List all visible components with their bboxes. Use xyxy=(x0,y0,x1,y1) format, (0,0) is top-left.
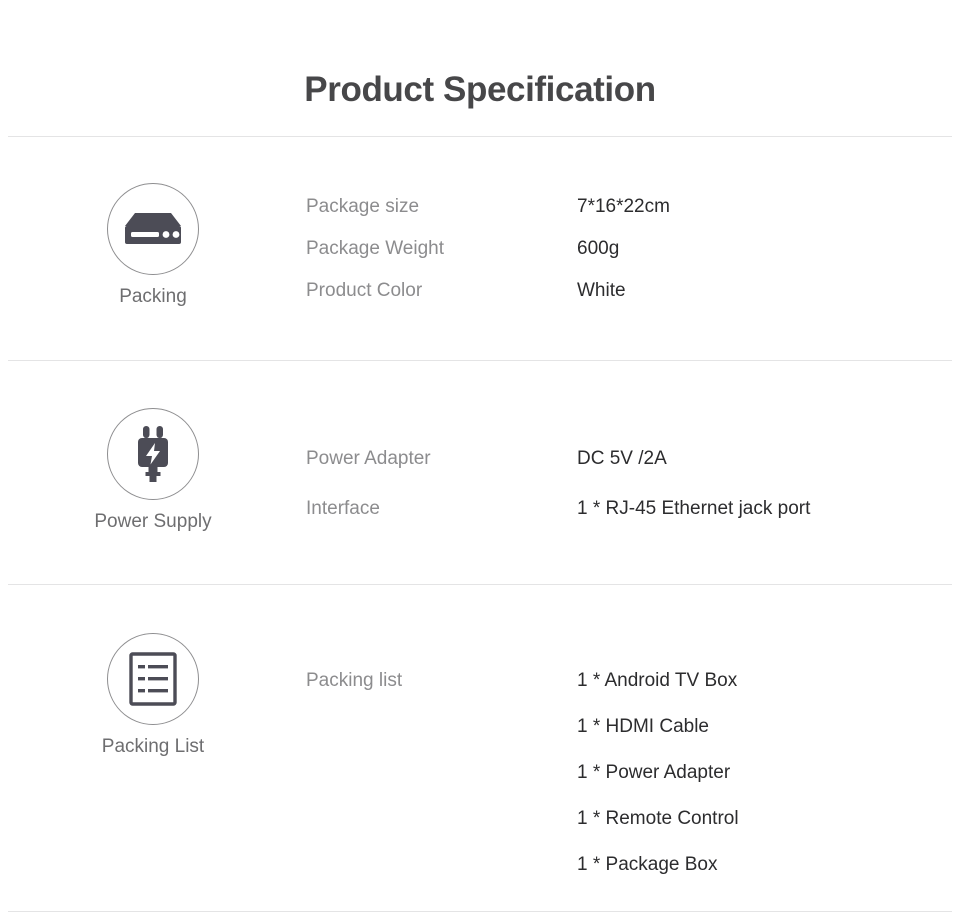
spec-value: White xyxy=(577,280,626,301)
set-top-box-glyph xyxy=(125,213,181,244)
document-list-icon xyxy=(107,633,199,725)
spec-value: 7*16*22cm xyxy=(577,196,670,217)
packing-list-item: 1 * HDMI Cable xyxy=(577,716,709,737)
page-title: Product Specification xyxy=(304,70,656,109)
spec-label: Power Adapter xyxy=(306,448,431,469)
label-column-packing: Package size Package Weight Product Colo… xyxy=(306,137,577,321)
power-plug-icon xyxy=(107,408,199,500)
spec-value: DC 5V /2A xyxy=(577,448,667,469)
value-column-power-supply: DC 5V /2A 1 * RJ-45 Ethernet jack port xyxy=(577,361,960,547)
packing-list-item: 1 * Power Adapter xyxy=(577,762,731,783)
packing-list-item: 1 * Remote Control xyxy=(577,808,739,829)
divider-bottom xyxy=(8,911,952,912)
spec-label: Packing list xyxy=(306,670,403,691)
icon-column-packing-list: Packing List xyxy=(0,585,306,759)
packing-list-item: 1 * Android TV Box xyxy=(577,670,738,691)
label-column-power-supply: Power Adapter Interface xyxy=(306,361,577,547)
icon-caption-packing: Packing xyxy=(119,286,187,307)
spec-row-packing-list: Packing List Packing list 1 * Android TV… xyxy=(0,585,960,911)
value-column-packing: 7*16*22cm 600g White xyxy=(577,137,960,321)
spec-row-power-supply: Power Supply Power Adapter Interface DC … xyxy=(0,361,960,584)
spec-label: Product Color xyxy=(306,280,423,301)
spec-value: 1 * RJ-45 Ethernet jack port xyxy=(577,498,811,519)
icon-caption-power-supply: Power Supply xyxy=(94,511,212,532)
icon-column-power-supply: Power Supply xyxy=(0,361,306,534)
page-title-container: Product Specification xyxy=(0,68,960,112)
spec-value: 600g xyxy=(577,238,620,259)
spec-label: Package Weight xyxy=(306,238,445,259)
power-plug-glyph xyxy=(138,426,168,482)
spec-label: Interface xyxy=(306,498,380,519)
document-list-glyph xyxy=(129,652,177,706)
icon-caption-packing-list: Packing List xyxy=(101,736,205,757)
value-column-packing-list: 1 * Android TV Box 1 * HDMI Cable 1 * Po… xyxy=(577,585,960,899)
packing-list-item: 1 * Package Box xyxy=(577,854,718,875)
product-specification-page: Product Specification Packing Package si… xyxy=(0,0,960,920)
set-top-box-icon xyxy=(107,183,199,275)
icon-column-packing: Packing xyxy=(0,137,306,309)
spec-label: Package size xyxy=(306,196,420,217)
spec-row-packing: Packing Package size Package Weight Prod… xyxy=(0,137,960,360)
label-column-packing-list: Packing list xyxy=(306,585,577,693)
